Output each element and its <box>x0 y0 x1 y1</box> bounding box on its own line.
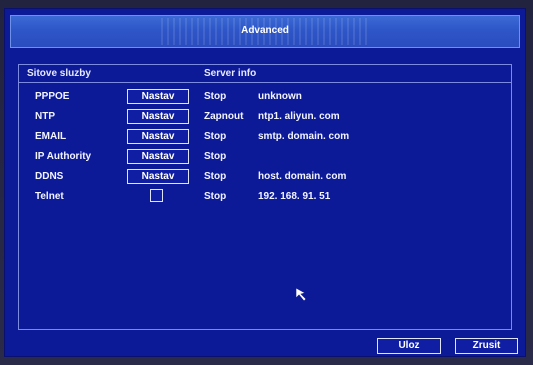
mouse-pointer-icon <box>295 287 307 302</box>
pppoe-setup-button[interactable]: Nastav <box>127 89 189 104</box>
telnet-checkbox[interactable] <box>150 189 163 202</box>
title-bar: Advanced <box>10 15 520 48</box>
table-header: Sitove sluzby Server info <box>19 65 511 83</box>
service-name: NTP <box>35 111 55 122</box>
header-services: Sitove sluzby <box>27 68 91 79</box>
ddns-setup-button[interactable]: Nastav <box>127 169 189 184</box>
ip-authority-setup-button[interactable]: Nastav <box>127 149 189 164</box>
service-row-ip-authority: IP Authority Nastav Stop <box>19 148 511 167</box>
ntp-setup-button[interactable]: Nastav <box>127 109 189 124</box>
service-info: ntp1. aliyun. com <box>258 111 340 122</box>
service-status: Stop <box>204 131 227 142</box>
monitor-bezel: Advanced Sitove sluzby Server info PPPOE… <box>0 0 533 365</box>
email-setup-button[interactable]: Nastav <box>127 129 189 144</box>
service-info: host. domain. com <box>258 171 347 182</box>
service-row-email: EMAIL Nastav Stop smtp. domain. com <box>19 128 511 147</box>
service-info: smtp. domain. com <box>258 131 350 142</box>
service-status: Stop <box>204 151 227 162</box>
save-button[interactable]: Uloz <box>377 338 441 354</box>
service-name: PPPOE <box>35 91 70 102</box>
service-row-ddns: DDNS Nastav Stop host. domain. com <box>19 168 511 187</box>
service-status: Zapnout <box>204 111 244 122</box>
window-title: Advanced <box>241 25 289 36</box>
service-status: Stop <box>204 91 227 102</box>
service-status: Stop <box>204 171 227 182</box>
service-name: Telnet <box>35 191 64 202</box>
service-info: unknown <box>258 91 302 102</box>
cancel-button[interactable]: Zrusit <box>455 338 518 354</box>
dvr-screen: Advanced Sitove sluzby Server info PPPOE… <box>4 8 526 357</box>
network-services-panel: Sitove sluzby Server info PPPOE Nastav S… <box>18 64 512 330</box>
service-row-ntp: NTP Nastav Zapnout ntp1. aliyun. com <box>19 108 511 127</box>
service-name: IP Authority <box>35 151 92 162</box>
service-row-pppoe: PPPOE Nastav Stop unknown <box>19 88 511 107</box>
service-status: Stop <box>204 191 227 202</box>
service-name: EMAIL <box>35 131 67 142</box>
service-row-telnet: Telnet Stop 192. 168. 91. 51 <box>19 188 511 207</box>
header-server-info: Server info <box>204 68 257 79</box>
service-name: DDNS <box>35 171 64 182</box>
service-info: 192. 168. 91. 51 <box>258 191 331 202</box>
